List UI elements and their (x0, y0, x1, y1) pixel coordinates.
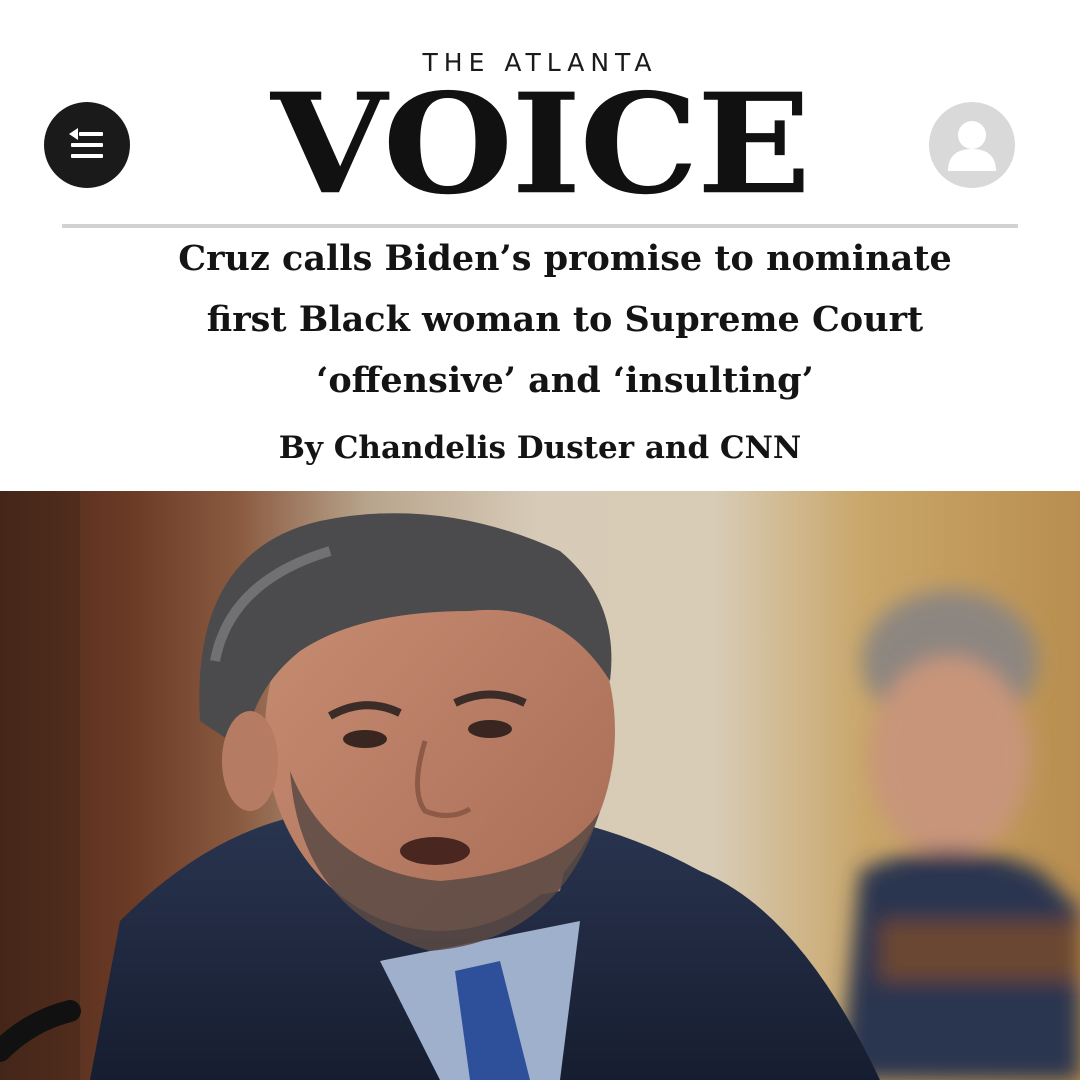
masthead-logo[interactable]: VOICE (0, 75, 1080, 213)
background-person (840, 591, 1080, 1080)
page: THE ATLANTA VOICE Cruz calls Biden’s pro… (0, 0, 1080, 1080)
article-headline[interactable]: Cruz calls Biden’s promise to nominate f… (120, 228, 1010, 411)
headline-line-1: Cruz calls Biden’s promise to nominate (178, 238, 952, 279)
headline-line-3: ‘offensive’ and ‘insulting’ (316, 360, 814, 401)
headline-line-2: first Black woman to Supreme Court (206, 299, 924, 340)
user-icon (948, 121, 996, 171)
article-photo (0, 491, 1080, 1080)
account-button[interactable] (929, 102, 1015, 188)
article-byline: By Chandelis Duster and CNN (278, 430, 802, 466)
